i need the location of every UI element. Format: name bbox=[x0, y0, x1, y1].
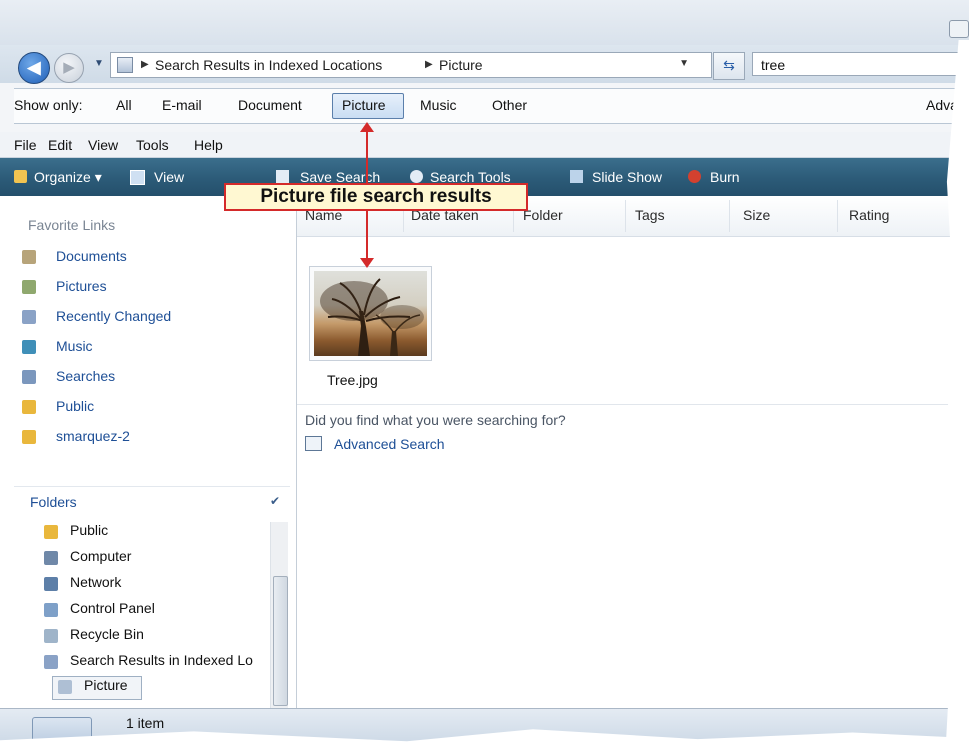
filter-email[interactable]: E-mail bbox=[162, 97, 202, 113]
column-rating[interactable]: Rating bbox=[849, 207, 889, 231]
music-icon bbox=[22, 340, 36, 354]
user-folder-icon bbox=[22, 430, 36, 444]
recycle-bin-icon bbox=[44, 629, 58, 643]
scrollbar-thumb[interactable] bbox=[273, 576, 288, 706]
favorite-links-header: Favorite Links bbox=[28, 217, 116, 233]
menu-view[interactable]: View bbox=[88, 137, 118, 153]
slide-show-icon bbox=[570, 170, 583, 183]
menu-tools[interactable]: Tools bbox=[136, 137, 169, 153]
search-hint-text: Did you find what you were searching for… bbox=[305, 412, 566, 428]
explorer-window: ◀ ▶ ▼ ▶ Search Results in Indexed Locati… bbox=[0, 0, 969, 749]
file-list-pane: Name Date taken Folder Tags Size Rating bbox=[297, 196, 969, 708]
navigation-pane: Favorite Links Documents Pictures Recent… bbox=[0, 196, 297, 740]
public-folder-icon bbox=[22, 400, 36, 414]
control-panel-icon bbox=[44, 603, 58, 617]
column-size[interactable]: Size bbox=[743, 207, 770, 231]
file-thumbnail[interactable] bbox=[309, 266, 432, 361]
callout-arrow-line bbox=[366, 130, 368, 183]
filter-music[interactable]: Music bbox=[420, 97, 457, 113]
organize-button[interactable]: Organize ▾ bbox=[34, 169, 102, 186]
column-divider bbox=[729, 200, 730, 232]
views-button[interactable]: View bbox=[154, 169, 184, 185]
public-folder-icon bbox=[44, 525, 58, 539]
chevron-down-icon: ✔ bbox=[269, 494, 280, 508]
column-divider bbox=[837, 200, 838, 232]
divider bbox=[297, 404, 969, 405]
refresh-button[interactable]: ⇆ bbox=[713, 52, 745, 80]
item-count: 1 item bbox=[126, 715, 165, 731]
chevron-down-icon: ▾ bbox=[94, 169, 102, 185]
organize-label: Organize bbox=[34, 169, 91, 185]
recently-changed-icon bbox=[22, 310, 36, 324]
address-dropdown-icon[interactable]: ▼ bbox=[679, 58, 689, 69]
folder-icon bbox=[117, 57, 133, 73]
column-tags[interactable]: Tags bbox=[635, 207, 665, 231]
searches-icon bbox=[22, 370, 36, 384]
pictures-icon bbox=[22, 280, 36, 294]
back-arrow-icon: ◀ bbox=[27, 58, 41, 77]
filter-other[interactable]: Other bbox=[492, 97, 527, 113]
burn-icon bbox=[688, 170, 701, 183]
tree-photo-image bbox=[314, 271, 427, 356]
breadcrumb-separator-icon: ▶ bbox=[141, 59, 149, 70]
organize-icon bbox=[14, 170, 27, 183]
back-button[interactable]: ◀ bbox=[18, 52, 50, 84]
advanced-search-link[interactable]: Advanced Search bbox=[334, 436, 445, 452]
search-input[interactable]: tree bbox=[752, 52, 969, 76]
menu-file[interactable]: File bbox=[14, 137, 37, 153]
burn-button[interactable]: Burn bbox=[710, 169, 740, 185]
filter-all[interactable]: All bbox=[116, 97, 132, 113]
menu-bar: File Edit View Tools Help bbox=[0, 132, 969, 158]
search-tools-icon bbox=[410, 170, 423, 183]
search-folder-icon bbox=[44, 655, 58, 669]
history-dropdown-icon[interactable]: ▼ bbox=[94, 58, 104, 69]
computer-icon bbox=[44, 551, 58, 565]
network-icon bbox=[44, 577, 58, 591]
filter-picture[interactable]: Picture bbox=[342, 97, 386, 113]
maximize-button[interactable] bbox=[949, 20, 969, 38]
menu-edit[interactable]: Edit bbox=[48, 137, 72, 153]
filter-document[interactable]: Document bbox=[238, 97, 302, 113]
callout-label: Picture file search results bbox=[224, 183, 528, 211]
callout-arrow-down bbox=[360, 258, 374, 268]
show-only-label: Show only: bbox=[14, 97, 83, 113]
title-bar bbox=[0, 0, 969, 45]
breadcrumb-search-results[interactable]: Search Results in Indexed Locations bbox=[155, 57, 382, 73]
folders-label: Folders bbox=[30, 494, 77, 510]
refresh-icon: ⇆ bbox=[723, 57, 735, 73]
callout-arrow-line bbox=[366, 211, 368, 259]
show-only-bar: Show only: All E-mail Document Picture M… bbox=[14, 88, 969, 124]
column-divider bbox=[625, 200, 626, 232]
views-icon bbox=[130, 170, 145, 185]
documents-icon bbox=[22, 250, 36, 264]
slide-show-button[interactable]: Slide Show bbox=[592, 169, 662, 185]
menu-help[interactable]: Help bbox=[194, 137, 223, 153]
forward-button[interactable]: ▶ bbox=[54, 53, 84, 83]
advanced-search-icon bbox=[305, 436, 322, 451]
search-folder-icon bbox=[58, 680, 72, 694]
breadcrumb-picture[interactable]: Picture bbox=[439, 57, 483, 73]
address-bar[interactable]: ▶ Search Results in Indexed Locations ▶ … bbox=[110, 52, 712, 78]
folders-header[interactable]: Folders ✔ bbox=[14, 486, 290, 513]
column-folder[interactable]: Folder bbox=[523, 207, 563, 231]
file-name[interactable]: Tree.jpg bbox=[327, 372, 378, 388]
save-search-icon bbox=[276, 170, 289, 183]
breadcrumb-separator-icon: ▶ bbox=[425, 59, 433, 70]
forward-arrow-icon: ▶ bbox=[63, 59, 75, 76]
